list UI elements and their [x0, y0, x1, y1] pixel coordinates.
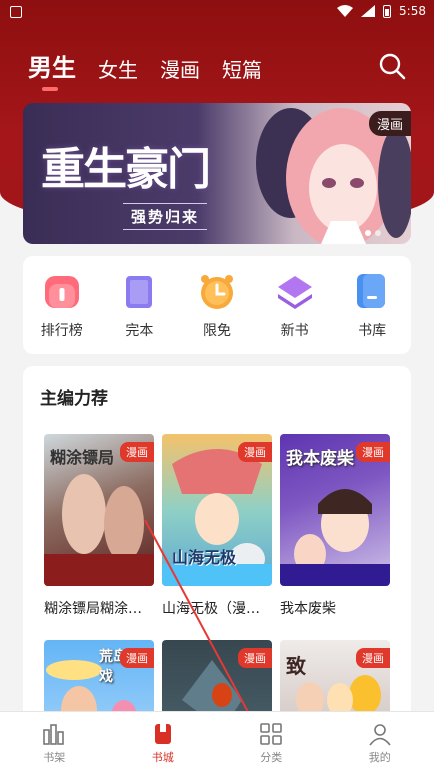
banner[interactable]: 重生豪门 强势归来 漫画 [23, 103, 411, 244]
comic-badge: 漫画 [120, 648, 154, 668]
profile-icon [369, 724, 391, 746]
bookstore-icon [154, 724, 171, 744]
pagination-dot [375, 230, 381, 236]
wifi-icon [337, 5, 354, 17]
banner-badge: 漫画 [368, 111, 411, 136]
quick-free[interactable]: 限免 [187, 270, 247, 340]
quick-ranking[interactable]: 排行榜 [32, 270, 92, 340]
banner-subtitle: 强势归来 [123, 203, 208, 230]
quick-new-label: 新书 [280, 323, 309, 339]
library-icon [357, 274, 386, 308]
ranking-icon [44, 276, 79, 308]
comic-badge: 漫画 [356, 648, 390, 668]
notification-icon [10, 6, 22, 18]
signal-icon [361, 5, 376, 17]
nav-bookshelf-label: 书架 [43, 751, 66, 764]
quick-finished[interactable]: 完本 [109, 270, 169, 340]
book-cover: 糊涂镖局 漫画 [44, 434, 154, 586]
book-title: 糊涂镖局糊涂… [44, 601, 142, 617]
tab-male[interactable]: 男生 [28, 48, 76, 91]
quick-finished-label: 完本 [125, 323, 154, 339]
nav-bookstore[interactable]: 书城 [109, 712, 218, 771]
layers-icon [277, 276, 312, 309]
nav-bookstore-label: 书城 [151, 751, 174, 764]
book-title: 山海无极（漫… [162, 601, 260, 617]
quick-free-label: 限免 [202, 323, 231, 339]
comic-badge: 漫画 [356, 442, 390, 462]
search-icon[interactable] [378, 52, 406, 80]
tab-short[interactable]: 短篇 [222, 54, 262, 83]
cover-title-art: 山海无极 [172, 548, 237, 567]
battery-icon [383, 4, 392, 18]
book-cover: 山海无极 漫画 [162, 434, 272, 586]
status-bar: 5:58 [0, 0, 434, 26]
nav-profile[interactable]: 我的 [326, 712, 434, 771]
nav-category[interactable]: 分类 [217, 712, 326, 771]
comic-badge: 漫画 [238, 648, 272, 668]
quick-library[interactable]: 书库 [342, 270, 402, 340]
tab-comics[interactable]: 漫画 [160, 54, 200, 83]
banner-title: 重生豪门 [41, 144, 211, 195]
pagination-dot [365, 230, 371, 236]
nav-bookshelf[interactable]: 书架 [0, 712, 109, 771]
category-icon [260, 723, 283, 745]
book-title: 我本废柴 [280, 601, 336, 617]
bottom-navigation: 书架 书城 分类 我的 [0, 711, 434, 771]
quick-entry-card: 排行榜 完本 限免 新书 书库 [23, 256, 411, 354]
finished-book-icon [126, 276, 153, 308]
comic-badge: 漫画 [238, 442, 272, 462]
book-card[interactable]: 糊涂镖局 漫画 糊涂镖局糊涂… [44, 434, 154, 618]
cover-title-art: 我本废柴 [286, 449, 354, 469]
bookshelf-icon [43, 724, 65, 745]
book-cover: 我本废柴 漫画 [280, 434, 390, 586]
banner-pagination [365, 230, 381, 236]
quick-library-label: 书库 [358, 323, 387, 339]
status-time: 5:58 [399, 4, 426, 18]
tab-female[interactable]: 女生 [98, 54, 138, 83]
cover-title-art: 糊涂镖局 [50, 448, 115, 467]
book-card[interactable]: 山海无极 漫画 山海无极（漫… [162, 434, 272, 618]
book-card[interactable]: 我本废柴 漫画 我本废柴 [280, 434, 390, 618]
nav-category-label: 分类 [260, 751, 283, 764]
section-title: 主编力荐 [40, 389, 108, 409]
clock-icon [200, 275, 233, 309]
quick-new[interactable]: 新书 [265, 270, 325, 340]
cover-title-art: 致 [286, 654, 306, 678]
comic-badge: 漫画 [120, 442, 154, 462]
top-tabs: 男生 女生 漫画 短篇 [28, 48, 262, 91]
quick-ranking-label: 排行榜 [40, 323, 83, 339]
nav-profile-label: 我的 [368, 751, 391, 764]
